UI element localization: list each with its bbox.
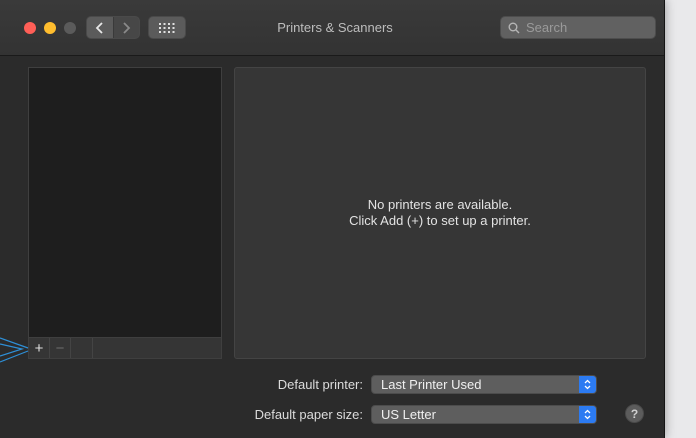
toolbar-spacer <box>71 338 93 358</box>
desktop: Printers & Scanners + − No printers are … <box>0 0 696 438</box>
search-field[interactable] <box>500 16 656 39</box>
printer-list[interactable] <box>28 67 222 338</box>
default-printer-value: Last Printer Used <box>381 377 482 392</box>
default-printer-label: Default printer: <box>277 377 363 392</box>
grid-icon <box>159 22 175 33</box>
show-all-button[interactable] <box>148 16 186 39</box>
forward-button[interactable] <box>112 17 139 38</box>
minimize-window-button[interactable] <box>44 22 56 34</box>
help-button[interactable]: ? <box>625 404 644 423</box>
empty-message-line-1: No printers are available. <box>367 197 513 212</box>
chevron-right-icon <box>123 21 131 34</box>
window-title: Printers & Scanners <box>277 20 393 35</box>
popup-stepper-icon <box>579 376 596 393</box>
back-button[interactable] <box>87 17 113 38</box>
empty-message-line-2: Click Add (+) to set up a printer. <box>349 213 531 228</box>
default-paper-size-popup[interactable]: US Letter <box>371 405 597 424</box>
zoom-window-button[interactable] <box>64 22 76 34</box>
default-paper-size-value: US Letter <box>381 407 436 422</box>
search-input[interactable] <box>526 20 646 35</box>
remove-printer-button[interactable]: − <box>50 338 71 358</box>
printers-scanners-window: Printers & Scanners + − No printers are … <box>0 0 665 438</box>
navigation-buttons <box>86 16 140 39</box>
close-window-button[interactable] <box>24 22 36 34</box>
printer-detail-pane: No printers are available. Click Add (+)… <box>234 67 646 359</box>
default-printer-popup[interactable]: Last Printer Used <box>371 375 597 394</box>
printer-list-toolbar: + − <box>28 338 222 359</box>
callout-arrow-icon <box>0 337 29 363</box>
titlebar: Printers & Scanners <box>0 0 664 56</box>
default-paper-size-label: Default paper size: <box>254 407 363 422</box>
popup-stepper-icon <box>579 406 596 423</box>
search-icon <box>508 22 520 33</box>
chevron-left-icon <box>95 21 103 34</box>
